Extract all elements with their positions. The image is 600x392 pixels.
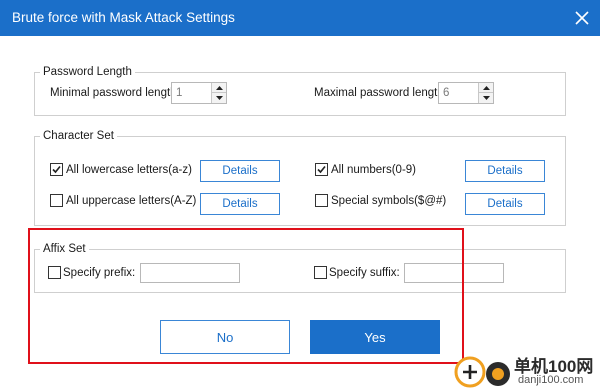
close-button[interactable] [564, 0, 600, 36]
min-length-spinbox[interactable]: 1 [171, 82, 227, 104]
max-length-label: Maximal password length [314, 87, 444, 99]
triangle-down-icon [482, 96, 490, 100]
max-length-increment-button[interactable] [479, 83, 493, 93]
suffix-input[interactable] [404, 263, 504, 283]
numbers-checkbox[interactable] [315, 163, 328, 176]
min-length-decrement-button[interactable] [212, 93, 226, 103]
suffix-checkbox[interactable] [314, 266, 327, 279]
special-symbols-checkbox[interactable] [315, 194, 328, 207]
password-length-legend: Password Length [40, 65, 135, 79]
affix-set-legend: Affix Set [40, 242, 89, 256]
min-length-value: 1 [176, 87, 183, 99]
no-button[interactable]: No [160, 320, 290, 354]
triangle-up-icon [482, 85, 490, 90]
min-length-label: Minimal password length [50, 87, 177, 99]
uppercase-label: All uppercase letters(A-Z) [66, 195, 197, 207]
max-length-decrement-button[interactable] [479, 93, 493, 103]
yes-button[interactable]: Yes [310, 320, 440, 354]
triangle-up-icon [215, 85, 223, 90]
suffix-label: Specify suffix: [329, 267, 400, 279]
lowercase-details-button[interactable]: Details [200, 160, 280, 182]
prefix-checkbox[interactable] [48, 266, 61, 279]
window-title: Brute force with Mask Attack Settings [12, 10, 235, 25]
title-bar: Brute force with Mask Attack Settings [0, 0, 600, 36]
min-length-increment-button[interactable] [212, 83, 226, 93]
uppercase-details-button[interactable]: Details [200, 193, 280, 215]
special-symbols-label: Special symbols($@#) [331, 195, 447, 207]
close-icon [575, 11, 589, 25]
lowercase-label: All lowercase letters(a-z) [66, 164, 192, 176]
checkmark-icon [317, 165, 326, 174]
numbers-details-button[interactable]: Details [465, 160, 545, 182]
max-length-value: 6 [443, 87, 450, 99]
uppercase-checkbox[interactable] [50, 194, 63, 207]
triangle-down-icon [215, 96, 223, 100]
character-set-legend: Character Set [40, 129, 117, 143]
dialog-body: Password Length Minimal password length … [0, 36, 600, 392]
prefix-input[interactable] [140, 263, 240, 283]
numbers-label: All numbers(0-9) [331, 164, 416, 176]
max-length-spinbox[interactable]: 6 [438, 82, 494, 104]
checkmark-icon [52, 165, 61, 174]
prefix-label: Specify prefix: [63, 267, 136, 279]
special-symbols-details-button[interactable]: Details [465, 193, 545, 215]
lowercase-checkbox[interactable] [50, 163, 63, 176]
